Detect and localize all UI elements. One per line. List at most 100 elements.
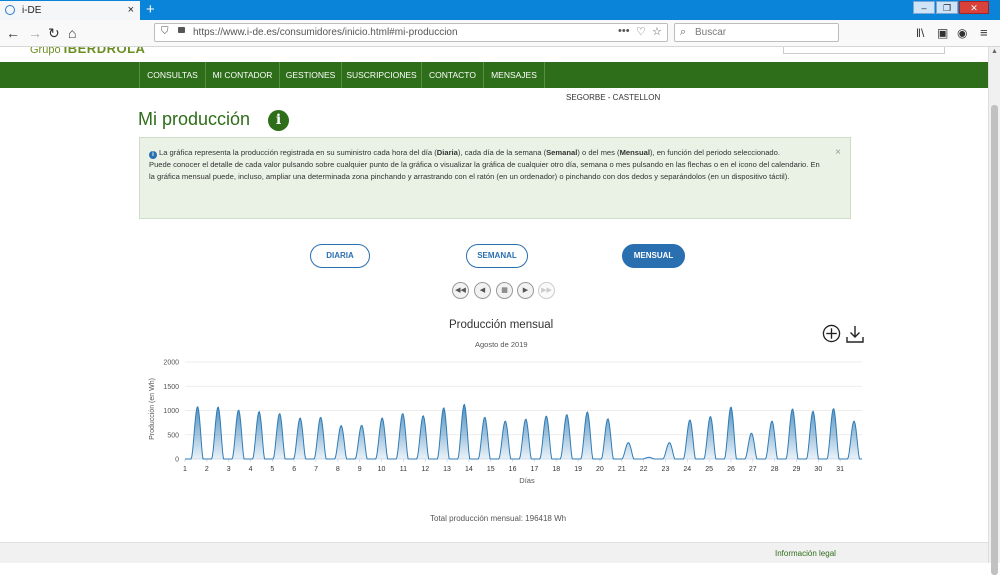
page-scrollbar[interactable]: ▲ — [988, 47, 1000, 575]
search-placeholder[interactable]: Buscar — [695, 27, 726, 38]
chart-title: Producción mensual — [449, 319, 554, 331]
x-tick-label: 3 — [227, 466, 231, 473]
x-tick-label: 1 — [183, 466, 187, 473]
y-tick-label: 500 — [167, 432, 179, 439]
info-box: i La gráfica representa la producción reg… — [139, 137, 851, 219]
nav-consultas[interactable]: CONSULTAS — [139, 62, 205, 88]
browser-tab-bar: i-DE × + – ❐ ✕ — [0, 0, 1000, 20]
supply-location: SEGORBE - CASTELLON — [566, 93, 661, 102]
x-tick-label: 31 — [836, 466, 844, 473]
x-tick-label: 4 — [249, 466, 253, 473]
logo-prefix: Grupo — [30, 47, 61, 56]
info-text-1a: La gráfica representa la producción regi… — [159, 148, 437, 157]
info-icon[interactable]: i — [268, 110, 289, 131]
footer: Información legal — [0, 542, 988, 563]
first-icon[interactable]: ◀◀ — [452, 282, 469, 299]
last-icon: ▶▶ — [538, 282, 555, 299]
x-tick-label: 24 — [683, 466, 691, 473]
x-tick-label: 9 — [358, 466, 362, 473]
x-tick-label: 28 — [771, 466, 779, 473]
semanal-button[interactable]: SEMANAL — [466, 244, 528, 268]
url-bar[interactable]: ⛉ https://www.i-de.es/consumidores/inici… — [154, 23, 668, 42]
reload-icon[interactable]: ↻ — [48, 24, 60, 42]
library-icon[interactable]: ǁ\ — [916, 24, 924, 42]
window-close-icon[interactable]: ✕ — [959, 1, 989, 14]
back-icon[interactable]: ← — [6, 24, 20, 42]
nav-suscripciones[interactable]: SUSCRIPCIONES — [341, 62, 421, 88]
home-icon[interactable]: ⌂ — [68, 24, 76, 42]
info-text-2: Puede conocer el detalle de cada valor p… — [149, 160, 820, 182]
nav-contacto[interactable]: CONTACTO — [421, 62, 483, 88]
prev-icon[interactable]: ◀ — [474, 282, 491, 299]
x-tick-label: 17 — [531, 466, 539, 473]
y-tick-label: 1500 — [163, 384, 179, 391]
forward-icon[interactable]: → — [28, 24, 42, 42]
calendar-icon[interactable]: ▦ — [496, 282, 513, 299]
x-tick-label: 12 — [421, 466, 429, 473]
diaria-button[interactable]: DIARIA — [310, 244, 370, 268]
legal-info-link[interactable]: Información legal — [775, 549, 836, 558]
url-text[interactable]: https://www.i-de.es/consumidores/inicio.… — [193, 27, 458, 38]
x-tick-label: 15 — [487, 466, 495, 473]
info-close-icon[interactable]: × — [835, 147, 841, 159]
y-tick-label: 2000 — [163, 360, 179, 367]
scroll-up-icon[interactable]: ▲ — [991, 48, 998, 55]
x-tick-label: 6 — [292, 466, 296, 473]
info-bold-mensual: Mensual — [619, 148, 650, 157]
nav-mi-contador[interactable]: MI CONTADOR — [205, 62, 279, 88]
browser-tab[interactable]: i-DE × — [0, 1, 140, 20]
sidebar-icon[interactable]: ▣ — [937, 24, 948, 42]
maximize-icon[interactable]: ❐ — [936, 1, 958, 14]
bookmark-star-icon[interactable]: ☆ — [652, 25, 662, 38]
nav-mensajes[interactable]: MENSAJES — [483, 62, 545, 88]
new-tab-button[interactable]: + — [146, 1, 155, 18]
mensual-button[interactable]: MENSUAL — [622, 244, 685, 268]
x-tick-label: 20 — [596, 466, 604, 473]
x-tick-label: 25 — [705, 466, 713, 473]
search-bar[interactable]: ⌕ Buscar — [674, 23, 839, 42]
x-tick-label: 22 — [640, 466, 648, 473]
search-icon: ⌕ — [680, 26, 687, 38]
x-tick-label: 23 — [662, 466, 670, 473]
y-tick-label: 0 — [175, 457, 179, 464]
x-tick-label: 21 — [618, 466, 626, 473]
info-bold-semanal: Semanal — [546, 148, 578, 157]
x-tick-label: 18 — [552, 466, 560, 473]
lock-icon[interactable] — [178, 27, 185, 33]
x-tick-label: 11 — [400, 466, 407, 473]
page-content: Grupo IBERDROLA CONSULTAS MI CONTADOR GE… — [0, 47, 988, 563]
nav-gestiones[interactable]: GESTIONES — [279, 62, 341, 88]
zoom-plus-icon[interactable] — [822, 324, 841, 343]
info-small-icon: i — [149, 151, 157, 159]
shield-icon[interactable]: ⛉ — [161, 26, 169, 37]
info-text-1c: ), cada día de la semana ( — [457, 148, 547, 157]
x-tick-label: 19 — [574, 466, 582, 473]
x-tick-label: 2 — [205, 466, 209, 473]
y-tick-label: 1000 — [163, 408, 179, 415]
monthly-production-chart[interactable]: 0500100015002000 1 2 3 4 5 6 7 8 9 10 11 12 13 14 15 16… — [140, 352, 870, 487]
minimize-icon[interactable]: – — [913, 1, 935, 14]
x-tick-label: 26 — [727, 466, 735, 473]
x-tick-label: 13 — [443, 466, 451, 473]
more-icon[interactable]: ••• — [618, 25, 630, 37]
menu-icon[interactable]: ≡ — [980, 24, 988, 42]
x-tick-label: 29 — [793, 466, 801, 473]
info-bold-diaria: Diaria — [436, 148, 458, 157]
x-tick-label: 16 — [509, 466, 517, 473]
next-icon[interactable]: ▶ — [517, 282, 534, 299]
info-text-1d: ) o del mes ( — [577, 148, 620, 157]
chart-subtitle: Agosto de 2019 — [475, 340, 528, 349]
tab-close-icon[interactable]: × — [128, 4, 134, 16]
account-icon[interactable]: ◉ — [957, 24, 967, 42]
main-nav: CONSULTAS MI CONTADOR GESTIONES SUSCRIPC… — [0, 62, 988, 88]
x-axis-label: Días — [519, 476, 535, 485]
header-field — [783, 47, 945, 54]
iberdrola-logo[interactable]: Grupo IBERDROLA — [30, 47, 145, 56]
x-tick-label: 7 — [314, 466, 318, 473]
scrollbar-thumb[interactable] — [991, 105, 998, 575]
download-icon[interactable] — [845, 324, 865, 344]
x-tick-label: 14 — [465, 466, 473, 473]
pocket-icon[interactable]: ♡ — [636, 25, 646, 38]
logo-name: IBERDROLA — [63, 47, 146, 56]
x-tick-label: 8 — [336, 466, 340, 473]
